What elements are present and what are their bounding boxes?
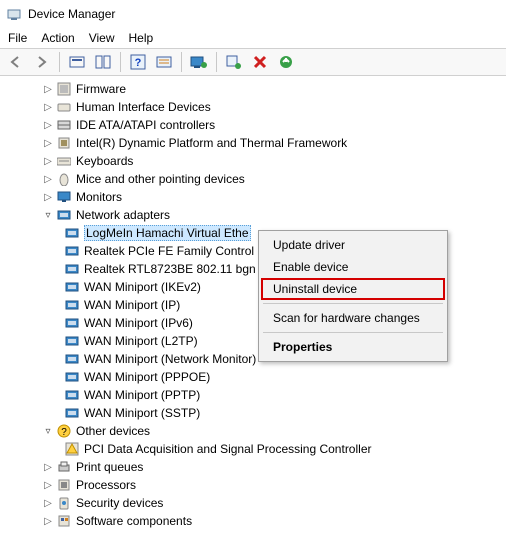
- software-icon: [56, 513, 72, 529]
- tree-node-wan-pppoe[interactable]: WAN Miniport (PPPOE): [0, 368, 506, 386]
- svg-text:?: ?: [61, 427, 67, 438]
- firmware-icon: [56, 81, 72, 97]
- network-adapter-icon: [64, 225, 80, 241]
- chevron-right-icon[interactable]: ▷: [42, 497, 54, 509]
- tree-node-processors[interactable]: ▷ Processors: [0, 476, 506, 494]
- chevron-right-icon[interactable]: ▷: [42, 137, 54, 149]
- menu-separator: [263, 332, 443, 333]
- cm-scan-hardware[interactable]: Scan for hardware changes: [261, 307, 445, 329]
- toolbar: ?: [0, 48, 506, 76]
- network-adapter-icon: [64, 297, 80, 313]
- chevron-right-icon[interactable]: ▷: [42, 155, 54, 167]
- network-adapter-icon: [64, 315, 80, 331]
- network-adapter-icon: [64, 261, 80, 277]
- window-title: Device Manager: [28, 7, 115, 21]
- chip-icon: [56, 135, 72, 151]
- tree-node-mice[interactable]: ▷ Mice and other pointing devices: [0, 170, 506, 188]
- enable-button[interactable]: [274, 51, 298, 73]
- chevron-right-icon[interactable]: ▷: [42, 461, 54, 473]
- cm-uninstall-device[interactable]: Uninstall device: [261, 278, 445, 300]
- tree-node-print-queues[interactable]: ▷ Print queues: [0, 458, 506, 476]
- toolbar-separator: [120, 52, 121, 72]
- tree-node-wan-pptp[interactable]: WAN Miniport (PPTP): [0, 386, 506, 404]
- toolbar-separator: [216, 52, 217, 72]
- forward-button[interactable]: [30, 51, 54, 73]
- menu-view[interactable]: View: [89, 31, 115, 45]
- back-button[interactable]: [4, 51, 28, 73]
- menu-file[interactable]: File: [8, 31, 27, 45]
- selected-device-label: LogMeIn Hamachi Virtual Ethe: [84, 225, 251, 241]
- app-icon: [6, 6, 22, 22]
- network-adapter-icon: [56, 207, 72, 223]
- remove-button[interactable]: [248, 51, 272, 73]
- menu-separator: [263, 303, 443, 304]
- network-adapter-icon: [64, 405, 80, 421]
- chevron-down-icon[interactable]: ▿: [42, 425, 54, 437]
- scan-hardware-button[interactable]: [222, 51, 246, 73]
- tree-node-firmware[interactable]: ▷ Firmware: [0, 80, 506, 98]
- chevron-right-icon[interactable]: ▷: [42, 119, 54, 131]
- help-button[interactable]: ?: [126, 51, 150, 73]
- tree-node-software-components[interactable]: ▷ Software components: [0, 512, 506, 530]
- unknown-device-icon: [64, 441, 80, 457]
- network-adapter-icon: [64, 243, 80, 259]
- toolbar-separator: [181, 52, 182, 72]
- network-adapter-icon: [64, 369, 80, 385]
- properties-sheet-button[interactable]: [91, 51, 115, 73]
- chevron-right-icon[interactable]: ▷: [42, 101, 54, 113]
- cpu-icon: [56, 477, 72, 493]
- tree-node-wan-sstp[interactable]: WAN Miniport (SSTP): [0, 404, 506, 422]
- tree-node-keyboards[interactable]: ▷ Keyboards: [0, 152, 506, 170]
- context-menu: Update driver Enable device Uninstall de…: [258, 230, 448, 362]
- network-adapter-icon: [64, 279, 80, 295]
- keyboard-icon: [56, 153, 72, 169]
- cm-update-driver[interactable]: Update driver: [261, 234, 445, 256]
- menu-bar: File Action View Help: [0, 28, 506, 48]
- toolbar-separator: [59, 52, 60, 72]
- chevron-right-icon[interactable]: ▷: [42, 173, 54, 185]
- tree-node-network-adapters[interactable]: ▿ Network adapters: [0, 206, 506, 224]
- tree-node-other-devices[interactable]: ▿ ? Other devices: [0, 422, 506, 440]
- printer-icon: [56, 459, 72, 475]
- show-hidden-button[interactable]: [65, 51, 89, 73]
- menu-action[interactable]: Action: [41, 31, 74, 45]
- hid-icon: [56, 99, 72, 115]
- tree-node-pci-data[interactable]: PCI Data Acquisition and Signal Processi…: [0, 440, 506, 458]
- tree-node-monitors[interactable]: ▷ Monitors: [0, 188, 506, 206]
- chevron-down-icon[interactable]: ▿: [42, 209, 54, 221]
- chevron-right-icon[interactable]: ▷: [42, 515, 54, 527]
- chevron-right-icon[interactable]: ▷: [42, 83, 54, 95]
- tree-node-security-devices[interactable]: ▷ Security devices: [0, 494, 506, 512]
- update-driver-button[interactable]: [187, 51, 211, 73]
- chevron-right-icon[interactable]: ▷: [42, 479, 54, 491]
- tree-node-intel-platform[interactable]: ▷ Intel(R) Dynamic Platform and Thermal …: [0, 134, 506, 152]
- ide-icon: [56, 117, 72, 133]
- cm-enable-device[interactable]: Enable device: [261, 256, 445, 278]
- action-bar-button[interactable]: [152, 51, 176, 73]
- menu-help[interactable]: Help: [129, 31, 154, 45]
- other-devices-icon: ?: [56, 423, 72, 439]
- network-adapter-icon: [64, 387, 80, 403]
- title-bar: Device Manager: [0, 0, 506, 28]
- cm-properties[interactable]: Properties: [261, 336, 445, 358]
- mouse-icon: [56, 171, 72, 187]
- monitor-icon: [56, 189, 72, 205]
- network-adapter-icon: [64, 351, 80, 367]
- chevron-right-icon[interactable]: ▷: [42, 191, 54, 203]
- security-icon: [56, 495, 72, 511]
- tree-node-hid[interactable]: ▷ Human Interface Devices: [0, 98, 506, 116]
- tree-node-ide[interactable]: ▷ IDE ATA/ATAPI controllers: [0, 116, 506, 134]
- network-adapter-icon: [64, 333, 80, 349]
- svg-text:?: ?: [135, 57, 142, 69]
